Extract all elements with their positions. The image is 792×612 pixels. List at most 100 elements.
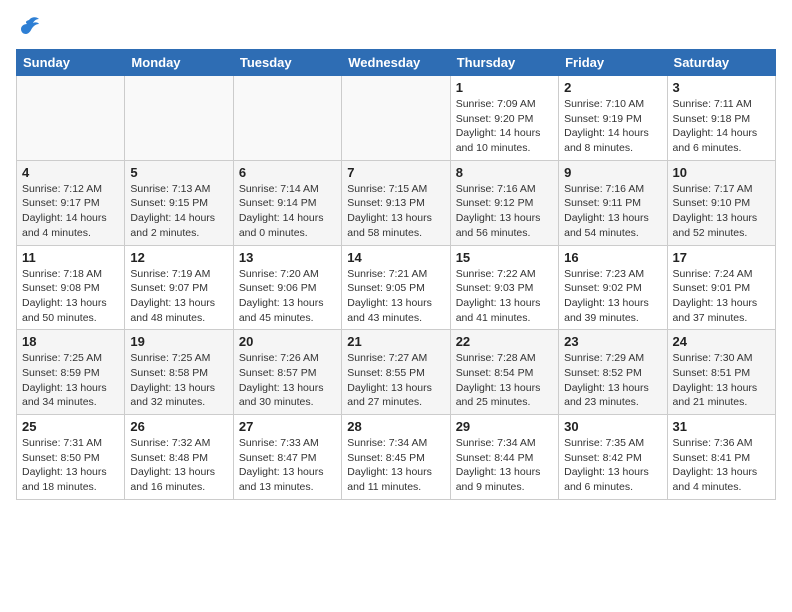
day-info: Sunrise: 7:34 AM Sunset: 8:45 PM Dayligh…	[347, 436, 444, 495]
header-monday: Monday	[125, 50, 233, 76]
day-number: 30	[564, 419, 661, 434]
calendar-cell: 3Sunrise: 7:11 AM Sunset: 9:18 PM Daylig…	[667, 76, 775, 161]
calendar-cell: 10 Sunrise: 7:17 AM Sunset: 9:10 PM Dayli…	[667, 160, 775, 245]
calendar-cell: 27 Sunrise: 7:33 AM Sunset: 8:47 PM Dayli…	[233, 415, 341, 500]
calendar-cell	[342, 76, 450, 161]
calendar-cell	[125, 76, 233, 161]
day-info: Sunrise: 7:21 AM Sunset: 9:05 PM Dayligh…	[347, 267, 444, 326]
day-info: Sunrise: 7:17 AM Sunset: 9:10 PM Dayligh…	[673, 182, 770, 241]
day-number: 31	[673, 419, 770, 434]
day-info: Sunrise: 7:16 AM Sunset: 9:12 PM Dayligh…	[456, 182, 553, 241]
calendar-cell: 12Sunrise: 7:19 AM Sunset: 9:07 PM Dayli…	[125, 245, 233, 330]
calendar-cell: 4 Sunrise: 7:12 AM Sunset: 9:17 PM Daylig…	[17, 160, 125, 245]
day-info: Sunrise: 7:10 AM Sunset: 9:19 PM Dayligh…	[564, 97, 661, 156]
day-info: Sunrise: 7:36 AM Sunset: 8:41 PM Dayligh…	[673, 436, 770, 495]
header-saturday: Saturday	[667, 50, 775, 76]
calendar-cell: 8 Sunrise: 7:16 AM Sunset: 9:12 PM Daylig…	[450, 160, 558, 245]
day-info: Sunrise: 7:12 AM Sunset: 9:17 PM Dayligh…	[22, 182, 119, 241]
header-friday: Friday	[559, 50, 667, 76]
calendar-cell	[233, 76, 341, 161]
header-sunday: Sunday	[17, 50, 125, 76]
day-number: 12	[130, 250, 227, 265]
day-info: Sunrise: 7:25 AM Sunset: 8:59 PM Dayligh…	[22, 351, 119, 410]
day-number: 29	[456, 419, 553, 434]
day-number: 17	[673, 250, 770, 265]
day-number: 8	[456, 165, 553, 180]
day-number: 6	[239, 165, 336, 180]
day-info: Sunrise: 7:30 AM Sunset: 8:51 PM Dayligh…	[673, 351, 770, 410]
day-number: 13	[239, 250, 336, 265]
day-info: Sunrise: 7:22 AM Sunset: 9:03 PM Dayligh…	[456, 267, 553, 326]
day-info: Sunrise: 7:16 AM Sunset: 9:11 PM Dayligh…	[564, 182, 661, 241]
day-number: 25	[22, 419, 119, 434]
calendar-cell: 21 Sunrise: 7:27 AM Sunset: 8:55 PM Dayli…	[342, 330, 450, 415]
calendar-cell: 26Sunrise: 7:32 AM Sunset: 8:48 PM Dayli…	[125, 415, 233, 500]
day-info: Sunrise: 7:28 AM Sunset: 8:54 PM Dayligh…	[456, 351, 553, 410]
calendar-cell: 2 Sunrise: 7:10 AM Sunset: 9:19 PM Daylig…	[559, 76, 667, 161]
day-number: 16	[564, 250, 661, 265]
calendar-cell: 24 Sunrise: 7:30 AM Sunset: 8:51 PM Dayli…	[667, 330, 775, 415]
calendar-cell: 19 Sunrise: 7:25 AM Sunset: 8:58 PM Dayli…	[125, 330, 233, 415]
day-info: Sunrise: 7:20 AM Sunset: 9:06 PM Dayligh…	[239, 267, 336, 326]
day-info: Sunrise: 7:18 AM Sunset: 9:08 PM Dayligh…	[22, 267, 119, 326]
day-info: Sunrise: 7:24 AM Sunset: 9:01 PM Dayligh…	[673, 267, 770, 326]
day-info: Sunrise: 7:25 AM Sunset: 8:58 PM Dayligh…	[130, 351, 227, 410]
calendar-week-row: 4 Sunrise: 7:12 AM Sunset: 9:17 PM Daylig…	[17, 160, 776, 245]
calendar-cell: 20 Sunrise: 7:26 AM Sunset: 8:57 PM Dayli…	[233, 330, 341, 415]
day-number: 21	[347, 334, 444, 349]
day-info: Sunrise: 7:31 AM Sunset: 8:50 PM Dayligh…	[22, 436, 119, 495]
day-info: Sunrise: 7:34 AM Sunset: 8:44 PM Dayligh…	[456, 436, 553, 495]
day-number: 11	[22, 250, 119, 265]
day-number: 14	[347, 250, 444, 265]
calendar-cell: 28 Sunrise: 7:34 AM Sunset: 8:45 PM Dayli…	[342, 415, 450, 500]
calendar-cell: 7 Sunrise: 7:15 AM Sunset: 9:13 PM Daylig…	[342, 160, 450, 245]
day-number: 28	[347, 419, 444, 434]
day-number: 2	[564, 80, 661, 95]
day-number: 4	[22, 165, 119, 180]
day-info: Sunrise: 7:13 AM Sunset: 9:15 PM Dayligh…	[130, 182, 227, 241]
day-number: 20	[239, 334, 336, 349]
calendar-cell: 23 Sunrise: 7:29 AM Sunset: 8:52 PM Dayli…	[559, 330, 667, 415]
calendar-cell: 17 Sunrise: 7:24 AM Sunset: 9:01 PM Dayli…	[667, 245, 775, 330]
calendar-cell: 15 Sunrise: 7:22 AM Sunset: 9:03 PM Dayli…	[450, 245, 558, 330]
day-number: 27	[239, 419, 336, 434]
calendar-cell: 29 Sunrise: 7:34 AM Sunset: 8:44 PM Dayli…	[450, 415, 558, 500]
calendar-header-row: Sunday Monday Tuesday Wednesday Thursday…	[17, 50, 776, 76]
calendar-cell: 6 Sunrise: 7:14 AM Sunset: 9:14 PM Daylig…	[233, 160, 341, 245]
day-info: Sunrise: 7:23 AM Sunset: 9:02 PM Dayligh…	[564, 267, 661, 326]
day-info: Sunrise: 7:35 AM Sunset: 8:42 PM Dayligh…	[564, 436, 661, 495]
calendar-week-row: 11 Sunrise: 7:18 AM Sunset: 9:08 PM Dayli…	[17, 245, 776, 330]
day-number: 19	[130, 334, 227, 349]
calendar-cell: 22Sunrise: 7:28 AM Sunset: 8:54 PM Dayli…	[450, 330, 558, 415]
day-info: Sunrise: 7:32 AM Sunset: 8:48 PM Dayligh…	[130, 436, 227, 495]
day-info: Sunrise: 7:14 AM Sunset: 9:14 PM Dayligh…	[239, 182, 336, 241]
day-number: 23	[564, 334, 661, 349]
calendar-week-row: 18 Sunrise: 7:25 AM Sunset: 8:59 PM Dayli…	[17, 330, 776, 415]
header-tuesday: Tuesday	[233, 50, 341, 76]
day-info: Sunrise: 7:27 AM Sunset: 8:55 PM Dayligh…	[347, 351, 444, 410]
calendar-cell: 18 Sunrise: 7:25 AM Sunset: 8:59 PM Dayli…	[17, 330, 125, 415]
calendar-cell: 13 Sunrise: 7:20 AM Sunset: 9:06 PM Dayli…	[233, 245, 341, 330]
calendar-table: Sunday Monday Tuesday Wednesday Thursday…	[16, 49, 776, 500]
calendar-cell: 9Sunrise: 7:16 AM Sunset: 9:11 PM Daylig…	[559, 160, 667, 245]
day-number: 5	[130, 165, 227, 180]
calendar-cell	[17, 76, 125, 161]
day-info: Sunrise: 7:33 AM Sunset: 8:47 PM Dayligh…	[239, 436, 336, 495]
day-number: 10	[673, 165, 770, 180]
calendar-cell: 30 Sunrise: 7:35 AM Sunset: 8:42 PM Dayli…	[559, 415, 667, 500]
calendar-cell: 16 Sunrise: 7:23 AM Sunset: 9:02 PM Dayli…	[559, 245, 667, 330]
day-info: Sunrise: 7:26 AM Sunset: 8:57 PM Dayligh…	[239, 351, 336, 410]
day-info: Sunrise: 7:29 AM Sunset: 8:52 PM Dayligh…	[564, 351, 661, 410]
day-number: 7	[347, 165, 444, 180]
page-header	[16, 16, 776, 37]
day-number: 18	[22, 334, 119, 349]
calendar-week-row: 1Sunrise: 7:09 AM Sunset: 9:20 PM Daylig…	[17, 76, 776, 161]
calendar-week-row: 25 Sunrise: 7:31 AM Sunset: 8:50 PM Dayli…	[17, 415, 776, 500]
header-thursday: Thursday	[450, 50, 558, 76]
day-number: 15	[456, 250, 553, 265]
day-info: Sunrise: 7:15 AM Sunset: 9:13 PM Dayligh…	[347, 182, 444, 241]
calendar-cell: 5 Sunrise: 7:13 AM Sunset: 9:15 PM Daylig…	[125, 160, 233, 245]
day-info: Sunrise: 7:09 AM Sunset: 9:20 PM Dayligh…	[456, 97, 553, 156]
day-info: Sunrise: 7:11 AM Sunset: 9:18 PM Dayligh…	[673, 97, 770, 156]
day-number: 24	[673, 334, 770, 349]
